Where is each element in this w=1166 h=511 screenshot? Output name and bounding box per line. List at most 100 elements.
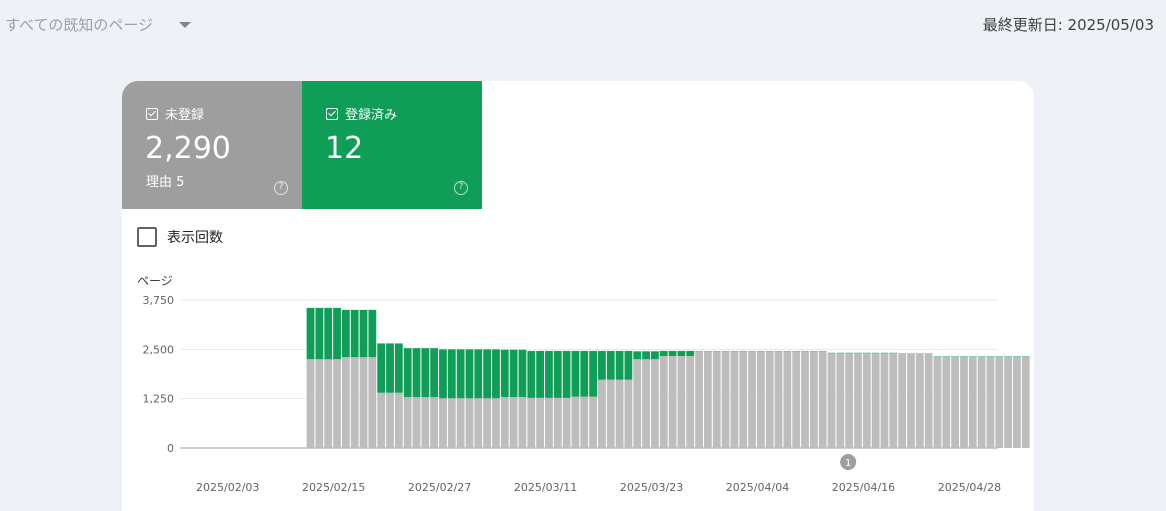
bar-not-indexed	[809, 351, 818, 448]
bar-not-indexed	[1021, 356, 1030, 448]
bar-not-indexed	[439, 398, 447, 448]
bar-indexed	[341, 309, 350, 358]
bar-indexed	[456, 349, 465, 399]
bar-not-indexed	[562, 397, 571, 448]
y-tick-label: 1,250	[143, 393, 175, 406]
bar-not-indexed	[386, 392, 394, 448]
bar-indexed	[439, 349, 447, 399]
chevron-down-icon[interactable]	[179, 21, 192, 28]
bar-indexed	[589, 350, 597, 397]
bar-indexed	[386, 343, 394, 393]
bar-not-indexed	[1013, 356, 1021, 448]
top-bar: すべての既知のページ 最終更新日: 2025/05/03	[0, 0, 1166, 52]
y-tick-label: 2,500	[143, 343, 175, 356]
bar-indexed	[394, 343, 403, 393]
bar-not-indexed	[995, 356, 1004, 448]
bar-indexed	[315, 307, 324, 360]
bar-not-indexed	[951, 356, 960, 448]
bar-not-indexed	[801, 351, 809, 448]
bar-not-indexed	[924, 354, 933, 448]
bar-indexed	[624, 350, 633, 380]
bar-not-indexed	[686, 356, 695, 448]
bar-indexed	[536, 350, 545, 398]
x-tick-label: 2025/04/16	[832, 481, 895, 494]
bar-indexed	[642, 351, 650, 360]
bar-indexed	[686, 350, 695, 357]
bar-indexed	[668, 350, 677, 357]
bar-not-indexed	[412, 397, 421, 448]
bar-indexed	[483, 349, 492, 399]
bar-indexed	[580, 350, 589, 397]
bar-indexed	[659, 350, 668, 357]
bar-not-indexed	[871, 353, 880, 448]
bar-not-indexed	[968, 356, 977, 448]
bar-not-indexed	[492, 398, 500, 448]
bar-not-indexed	[394, 392, 403, 448]
page-filter-label: すべての既知のページ	[5, 16, 154, 34]
bar-not-indexed	[606, 379, 615, 448]
bar-not-indexed	[359, 357, 368, 448]
bar-not-indexed	[977, 356, 986, 448]
bar-not-indexed	[615, 379, 624, 448]
bar-not-indexed	[730, 351, 739, 448]
x-tick-label: 2025/02/27	[408, 481, 471, 494]
bar-not-indexed	[624, 379, 633, 448]
indexing-chart: 0 1,250 2,500 3,750 2025/02/03 2025/02/15 2025…	[143, 294, 1030, 494]
bar-not-indexed	[836, 353, 845, 448]
bar-indexed	[518, 349, 527, 398]
bar-not-indexed	[633, 359, 642, 448]
bar-not-indexed	[527, 397, 536, 448]
bar-not-indexed	[818, 351, 827, 448]
bar-not-indexed	[933, 356, 942, 448]
bar-indexed	[606, 350, 615, 380]
bar-not-indexed	[827, 353, 836, 448]
bar-not-indexed	[765, 351, 774, 448]
bar-indexed	[500, 349, 509, 398]
bar-indexed	[465, 349, 474, 399]
bar-indexed	[333, 307, 341, 360]
bar-indexed	[350, 309, 359, 358]
bar-not-indexed	[315, 359, 324, 448]
bar-not-indexed	[774, 351, 783, 448]
bar-indexed	[598, 350, 606, 380]
bar-indexed	[447, 349, 456, 399]
bar-not-indexed	[403, 397, 412, 448]
bar-indexed	[651, 351, 659, 360]
bar-not-indexed	[907, 354, 915, 448]
bar-not-indexed	[986, 356, 995, 448]
bar-not-indexed	[465, 398, 474, 448]
bar-not-indexed	[509, 397, 518, 448]
bar-not-indexed	[333, 359, 341, 448]
bar-not-indexed	[350, 357, 359, 448]
annotation-label: 1	[845, 458, 851, 469]
x-tick-label: 2025/02/15	[302, 481, 365, 494]
bar-not-indexed	[474, 398, 483, 448]
y-tick-label: 0	[167, 442, 174, 455]
bar-not-indexed	[845, 353, 854, 448]
bar-indexed	[545, 350, 553, 398]
last-updated: 最終更新日: 2025/05/03	[982, 16, 1154, 34]
page-filter-dropdown[interactable]: すべての既知のページ	[5, 14, 192, 35]
bar-indexed	[633, 351, 642, 360]
bar-not-indexed	[447, 398, 456, 448]
bar-not-indexed	[668, 356, 677, 448]
x-tick-label: 2025/04/04	[726, 481, 789, 494]
bar-not-indexed	[341, 357, 350, 448]
bar-not-indexed	[518, 397, 527, 448]
bar-not-indexed	[915, 354, 924, 448]
bar-indexed	[306, 307, 315, 360]
bar-not-indexed	[430, 397, 439, 448]
bar-not-indexed	[659, 356, 668, 448]
bar-not-indexed	[589, 396, 597, 448]
x-tick-label: 2025/04/28	[938, 481, 1001, 494]
bar-indexed	[403, 348, 412, 398]
bar-indexed	[553, 350, 562, 398]
bar-not-indexed	[721, 351, 730, 448]
bar-not-indexed	[500, 397, 509, 448]
bar-not-indexed	[739, 351, 748, 448]
bar-not-indexed	[368, 357, 377, 448]
bar-indexed	[677, 350, 686, 357]
bar-indexed	[368, 309, 377, 358]
bar-not-indexed	[377, 392, 386, 448]
bar-not-indexed	[695, 351, 703, 448]
